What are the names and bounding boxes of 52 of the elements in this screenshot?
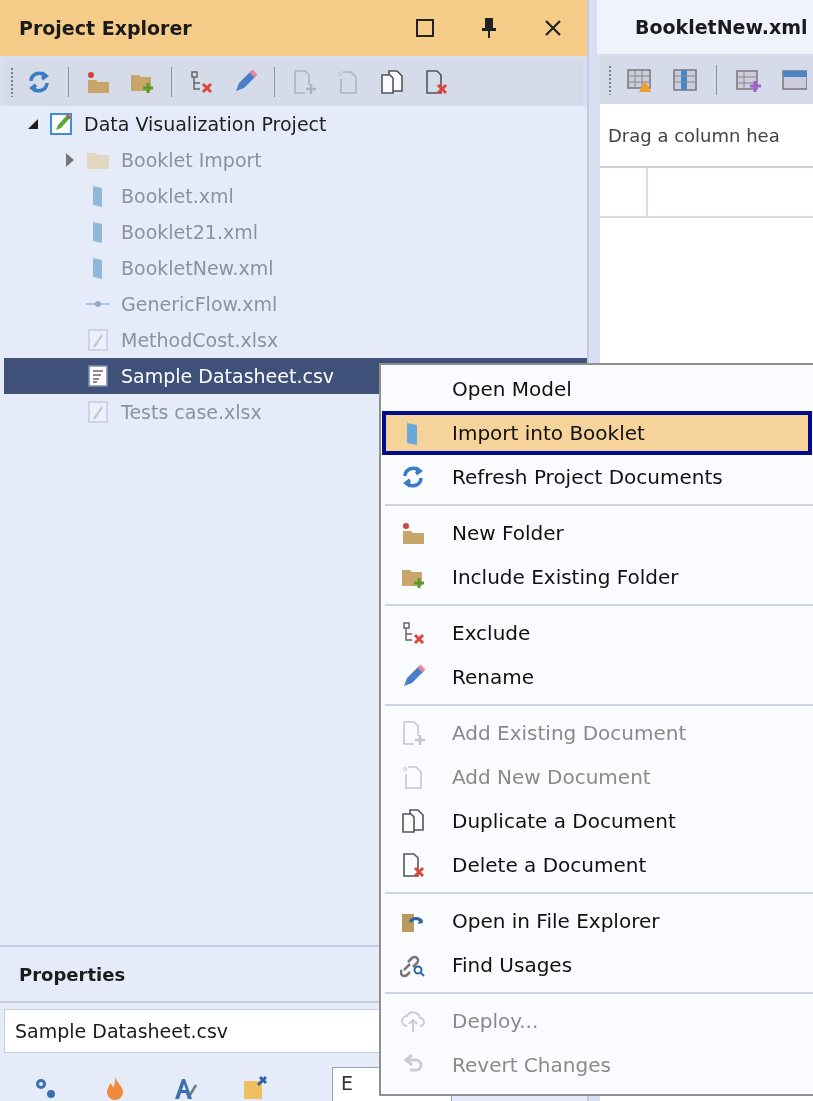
tree-item[interactable]: Data Visualization Project <box>4 106 587 142</box>
tree-item-label: Booklet21.xml <box>121 221 258 243</box>
text-document-icon <box>85 363 111 389</box>
menu-item[interactable]: Open in File Explorer <box>382 899 812 943</box>
tree-item-label: Tests case.xlsx <box>121 401 262 423</box>
tree-item-label: Booklet.xml <box>121 185 234 207</box>
refresh-icon <box>26 69 52 95</box>
grid-add-icon <box>735 67 761 93</box>
menu-item[interactable]: Import into Booklet <box>382 411 812 455</box>
tree-item-label: GenericFlow.xml <box>121 293 278 315</box>
duplicate-document-icon <box>400 808 426 834</box>
grid-column-icon <box>672 67 698 93</box>
refresh-icon <box>400 464 426 490</box>
menu-item[interactable]: Refresh Project Documents <box>382 455 812 499</box>
tree-item-label: MethodCost.xlsx <box>121 329 279 351</box>
menu-item[interactable]: Delete a Document <box>382 843 812 887</box>
tree-item-label: Sample Datasheet.csv <box>121 365 335 387</box>
document-plus-icon <box>291 69 317 95</box>
pin-icon <box>481 17 497 39</box>
duplicate-document-icon <box>379 69 405 95</box>
new-folder-icon <box>400 520 426 546</box>
project-icon <box>48 111 74 137</box>
delete-document-icon <box>423 69 449 95</box>
exclude-tree-icon <box>400 620 426 646</box>
expanded-arrow-icon[interactable] <box>27 118 39 130</box>
toolbar-grip[interactable] <box>608 65 612 95</box>
flow-icon <box>85 300 111 308</box>
menu-item[interactable]: Exclude <box>382 611 812 655</box>
spreadsheet-icon <box>85 327 111 353</box>
document-plus-icon <box>400 720 426 746</box>
grid-warning-icon <box>626 67 652 93</box>
panel-title: Project Explorer <box>19 17 193 39</box>
pinned-note-icon <box>242 1075 268 1101</box>
grid-header-icon <box>781 67 807 93</box>
new-folder-icon <box>85 69 111 95</box>
tree-item-label: Booklet Import <box>121 149 262 171</box>
menu-item[interactable]: Duplicate a Document <box>382 799 812 843</box>
menu-item[interactable]: Rename <box>382 655 812 699</box>
spreadsheet-icon <box>85 399 111 425</box>
menu-item[interactable]: New Folder <box>382 511 812 555</box>
toolbar-grip[interactable] <box>10 67 14 97</box>
document-tab[interactable]: BookletNew.xml <box>597 0 813 54</box>
collapsed-arrow-icon[interactable] <box>65 152 75 168</box>
tree-item-label: BookletNew.xml <box>121 257 274 279</box>
square-icon <box>416 19 434 37</box>
delete-document-icon <box>400 852 426 878</box>
menu-item[interactable]: Include Existing Folder <box>382 555 812 599</box>
cloud-upload-icon <box>400 1008 426 1034</box>
group-by-hint: Drag a column hea <box>600 104 813 168</box>
tree-item-label: Data Visualization Project <box>84 113 327 135</box>
exclude-tree-icon <box>188 69 214 95</box>
close-icon <box>544 19 562 37</box>
